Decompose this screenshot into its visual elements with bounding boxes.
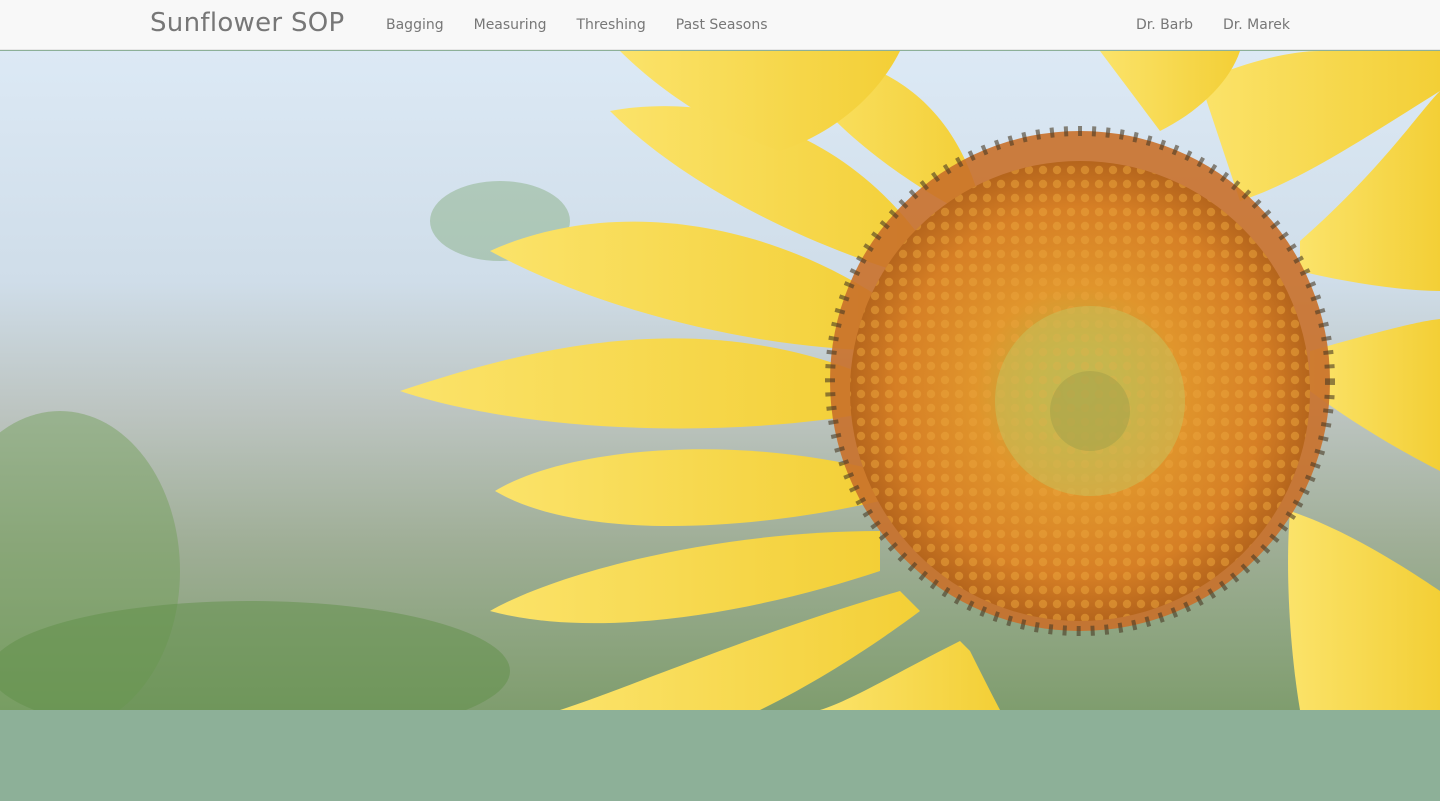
hero-sunflower-image <box>0 51 1440 710</box>
primary-nav: Bagging Measuring Threshing Past Seasons <box>386 17 768 33</box>
top-navbar: Sunflower SOP Bagging Measuring Threshin… <box>0 0 1440 50</box>
nav-link-threshing[interactable]: Threshing <box>576 17 645 33</box>
nav-link-measuring[interactable]: Measuring <box>474 17 547 33</box>
nav-link-dr-barb[interactable]: Dr. Barb <box>1136 17 1193 33</box>
footer-band <box>0 710 1440 801</box>
nav-link-past-seasons[interactable]: Past Seasons <box>676 17 768 33</box>
nav-link-bagging[interactable]: Bagging <box>386 17 444 33</box>
nav-link-dr-marek[interactable]: Dr. Marek <box>1223 17 1290 33</box>
brand-logo-link[interactable]: Sunflower SOP <box>150 8 345 38</box>
secondary-nav: Dr. Barb Dr. Marek <box>1136 17 1290 33</box>
sunflower-illustration <box>0 51 1440 710</box>
